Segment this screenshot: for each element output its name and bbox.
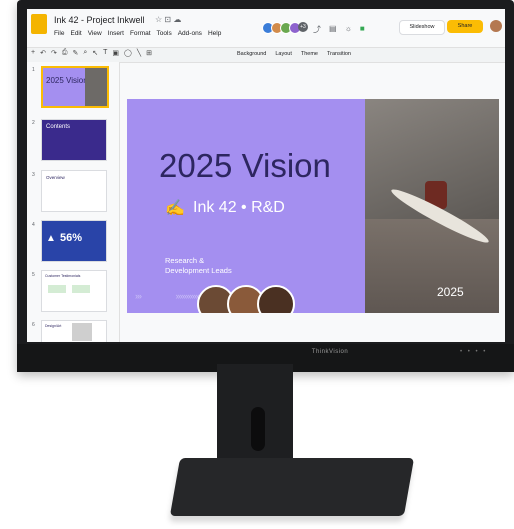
menu-format[interactable]: Format (130, 30, 151, 37)
slide-title[interactable]: 2025 Vision (159, 147, 331, 185)
screen: Ink 42 - Project Inkwell ☆ ⊡ ☁ File Edit… (27, 9, 505, 342)
slides-logo-icon[interactable] (31, 14, 47, 34)
header-icons: ⤴ ▤ ☼ ■ (313, 24, 365, 35)
slide-thumbnail-4[interactable]: ▲ 56% (41, 220, 107, 262)
thumb-photo (85, 68, 107, 106)
slide-inkwell-photo (365, 99, 499, 313)
line-icon[interactable]: ╲ (137, 49, 141, 57)
monitor-buttons: • • • • (460, 349, 488, 355)
theme-button[interactable]: Theme (301, 51, 318, 57)
filmstrip: 1 2025 Vision 2 Contents 3 Overview 4 ▲ … (27, 62, 120, 342)
thumb-number: 3 (32, 172, 35, 178)
menu-addons[interactable]: Add-ons (178, 30, 202, 37)
zoom-icon[interactable]: ⌕ (83, 49, 87, 57)
thumb-title: 2025 Vision (46, 76, 88, 85)
thumb-box (48, 285, 66, 293)
slide-thumbnail-6[interactable]: Design/Art (41, 320, 107, 342)
add-slide-icon[interactable]: + (31, 49, 35, 57)
slide-subtitle[interactable]: Ink 42 • R&D (193, 199, 285, 217)
collaborator-count[interactable]: +3 (298, 22, 308, 32)
title-icons[interactable]: ☆ ⊡ ☁ (155, 15, 181, 24)
thumb-title: Overview (46, 175, 65, 180)
undo-icon[interactable]: ↶ (40, 49, 46, 57)
thumb-number: 5 (32, 272, 35, 278)
monitor-stand-base (169, 458, 415, 516)
select-icon[interactable]: ↖ (92, 49, 98, 57)
thumb-title: Contents (46, 124, 71, 130)
paint-format-icon[interactable]: ✎ (72, 49, 78, 57)
thumb-box (72, 285, 90, 293)
thumb-number: 6 (32, 322, 35, 328)
lead-line-2: Development Leads (165, 266, 232, 275)
toolbar-text-buttons: Background Layout Theme Transition (237, 51, 351, 57)
cable-hole (251, 407, 265, 451)
menu-edit[interactable]: Edit (70, 30, 81, 37)
thumb-number: 1 (32, 67, 35, 73)
share-button[interactable]: Share (447, 20, 483, 33)
textbox-icon[interactable]: T (103, 49, 107, 57)
toolbar-icons: + ↶ ↷ ⎙ ✎ ⌕ ↖ T ▣ ◯ ╲ ⊞ (31, 49, 152, 57)
menu-bar: File Edit View Insert Format Tools Add-o… (54, 30, 221, 37)
slide-thumbnail-5[interactable]: Customer Testimonials (41, 270, 107, 312)
comments-icon[interactable]: ▤ (329, 24, 337, 35)
lightbulb-icon[interactable]: ☼ (345, 24, 352, 35)
background-button[interactable]: Background (237, 51, 266, 57)
activity-icon[interactable]: ⤴ (313, 24, 321, 35)
print-icon[interactable]: ⎙ (62, 49, 68, 57)
slideshow-button[interactable]: Slideshow (399, 20, 445, 35)
shape-icon[interactable]: ◯ (124, 49, 132, 57)
transition-button[interactable]: Transition (327, 51, 351, 57)
document-title[interactable]: Ink 42 - Project Inkwell (54, 15, 145, 25)
slide-thumbnail-3[interactable]: Overview (41, 170, 107, 212)
menu-tools[interactable]: Tools (157, 30, 172, 37)
thumb-photo (72, 323, 92, 341)
image-icon[interactable]: ▣ (112, 49, 119, 57)
slide-year[interactable]: 2025 (437, 285, 464, 299)
collaborators[interactable]: +3 (262, 22, 308, 34)
thumb-title: Design/Art (45, 324, 62, 328)
current-slide[interactable]: 2025 Vision ✍ Ink 42 • R&D Research & De… (127, 99, 499, 313)
pen-logo-icon: ✍ (165, 200, 185, 217)
lead-line-1: Research & (165, 256, 205, 265)
thumb-up-icon: ▲ (46, 233, 56, 244)
monitor-brand: ThinkVision (311, 349, 349, 355)
user-avatar[interactable] (490, 20, 502, 32)
menu-help[interactable]: Help (208, 30, 221, 37)
meet-icon[interactable]: ■ (360, 24, 365, 35)
slide-thumbnail-1[interactable]: 2025 Vision (41, 66, 109, 108)
comment-add-icon[interactable]: ⊞ (146, 49, 152, 57)
menu-file[interactable]: File (54, 30, 64, 37)
thumb-title: Customer Testimonials (45, 274, 81, 278)
redo-icon[interactable]: ↷ (51, 49, 57, 57)
menu-view[interactable]: View (88, 30, 102, 37)
slide-thumbnail-2[interactable]: Contents (41, 119, 107, 161)
thumb-stat: 56% (60, 232, 83, 244)
layout-button[interactable]: Layout (275, 51, 292, 57)
slide-lead-text[interactable]: Research & Development Leads (165, 256, 232, 276)
thumb-number: 2 (32, 120, 35, 126)
thumb-number: 4 (32, 222, 35, 228)
menu-insert[interactable]: Insert (108, 30, 124, 37)
